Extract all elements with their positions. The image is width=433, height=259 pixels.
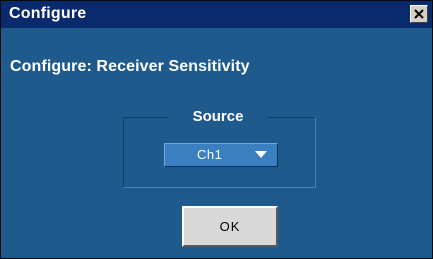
source-dropdown[interactable]: Ch1 xyxy=(164,143,278,167)
window-title: Configure xyxy=(9,5,87,22)
dialog-heading: Configure: Receiver Sensitivity xyxy=(10,58,250,75)
close-button[interactable] xyxy=(410,5,428,23)
chevron-down-icon xyxy=(255,151,267,158)
configure-dialog: Configure Configure: Receiver Sensitivit… xyxy=(0,0,433,259)
source-dropdown-value: Ch1 xyxy=(197,147,223,162)
source-group-label: Source xyxy=(168,108,268,125)
close-icon xyxy=(414,9,424,19)
ok-button-label: OK xyxy=(219,219,241,234)
ok-button[interactable]: OK xyxy=(182,206,278,247)
title-bar[interactable]: Configure xyxy=(1,1,432,28)
